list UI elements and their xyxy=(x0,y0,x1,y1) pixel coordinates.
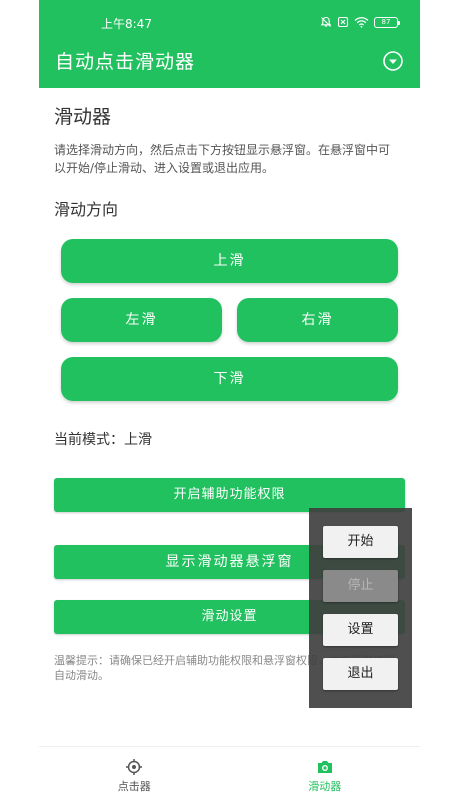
crosshair-icon xyxy=(125,758,143,776)
enable-accessibility-button[interactable]: 开启辅助功能权限 xyxy=(54,478,405,512)
nav-label-clicker: 点击器 xyxy=(117,780,151,793)
swipe-down-button[interactable]: 下滑 xyxy=(61,357,398,401)
bell-off-icon xyxy=(320,16,332,28)
status-bar: 上午8:47 87 xyxy=(39,0,420,36)
app-title: 自动点击滑动器 xyxy=(55,51,196,73)
float-exit-button[interactable]: 退出 xyxy=(323,658,398,690)
section-description: 请选择滑动方向，然后点击下方按钮显示悬浮窗。在悬浮窗中可以开始/停止滑动、进入设… xyxy=(54,143,391,175)
app-screen: 上午8:47 87 自动点击滑动器 滑动器 请选择滑动方向，然后点击下方按钮显示… xyxy=(39,0,420,800)
float-settings-button[interactable]: 设置 xyxy=(323,614,398,646)
float-start-button[interactable]: 开始 xyxy=(323,526,398,558)
status-icons: 87 xyxy=(320,16,400,28)
section-title: 滑动器 xyxy=(54,106,112,128)
status-time: 上午8:47 xyxy=(101,17,152,31)
battery-icon: 87 xyxy=(374,16,400,28)
sim-off-icon xyxy=(337,16,349,28)
nav-label-slider: 滑动器 xyxy=(308,780,342,793)
nav-item-slider[interactable]: 滑动器 xyxy=(230,747,421,800)
floating-window[interactable]: 开始 停止 设置 退出 xyxy=(309,508,412,708)
current-mode-text: 当前模式：上滑 xyxy=(54,432,152,448)
swipe-right-button[interactable]: 右滑 xyxy=(237,298,398,342)
direction-label: 滑动方向 xyxy=(54,200,119,219)
bottom-nav: 点击器 滑动器 xyxy=(39,747,420,800)
wifi-icon xyxy=(354,16,369,28)
nav-item-clicker[interactable]: 点击器 xyxy=(39,747,230,800)
app-bar: 自动点击滑动器 xyxy=(39,36,420,88)
chevron-down-circle-icon[interactable] xyxy=(382,50,404,72)
swipe-up-button[interactable]: 上滑 xyxy=(61,239,398,283)
camera-icon xyxy=(316,758,334,776)
float-stop-button[interactable]: 停止 xyxy=(323,570,398,602)
swipe-left-button[interactable]: 左滑 xyxy=(61,298,222,342)
